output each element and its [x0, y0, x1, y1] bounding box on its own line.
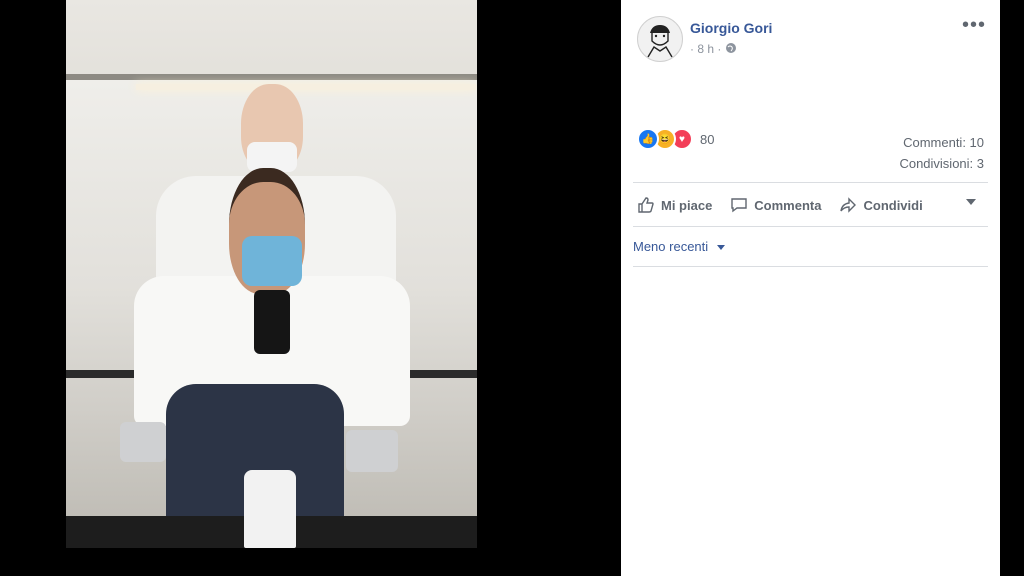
like-label: Mi piace	[661, 197, 713, 213]
like-icon: 👍	[637, 128, 659, 150]
shares-count[interactable]: Condivisioni: 3	[899, 153, 984, 174]
chair-arm-left	[120, 422, 166, 462]
avatar-sketch-icon	[647, 25, 673, 58]
post-meta: · 8 h ·	[690, 42, 737, 57]
share-button[interactable]: Condividi	[839, 196, 923, 214]
chevron-down-icon	[716, 245, 725, 251]
divider	[633, 226, 988, 227]
share-arrow-icon	[840, 197, 857, 213]
bottle	[244, 470, 296, 548]
comment-sort-label: Meno recenti	[633, 239, 709, 254]
reactions-summary[interactable]: 👍 😆 ♥ 80	[637, 128, 715, 150]
share-label: Condividi	[863, 197, 923, 213]
post-panel: Giorgio Gori · 8 h · ••• 👍 😆 ♥ 80 Commen…	[621, 0, 1000, 576]
ceiling-lamp	[136, 84, 476, 90]
smartphone	[254, 290, 290, 354]
like-button[interactable]: Mi piace	[637, 196, 712, 214]
comments-count[interactable]: Commenti: 10	[899, 132, 984, 153]
comment-icon	[731, 198, 747, 213]
avatar[interactable]	[637, 16, 683, 62]
comment-label: Commenta	[754, 197, 822, 213]
thumbs-up-icon	[638, 197, 654, 213]
client-face-mask	[242, 236, 302, 286]
chair-arm-right	[346, 430, 398, 472]
action-bar: Mi piace Commenta Condividi	[637, 192, 984, 218]
meta-separator-2: ·	[717, 42, 722, 56]
comment-button[interactable]: Commenta	[730, 196, 821, 214]
meta-separator: ·	[690, 42, 694, 56]
post-stats: Commenti: 10 Condivisioni: 3	[899, 132, 984, 174]
globe-icon	[725, 42, 737, 57]
comment-sort-dropdown[interactable]: Meno recenti	[633, 239, 725, 254]
post-photo[interactable]	[66, 0, 477, 548]
post-time[interactable]: 8 h	[697, 42, 714, 56]
author-name[interactable]: Giorgio Gori	[690, 20, 772, 36]
divider	[633, 182, 988, 183]
share-options-caret-icon[interactable]	[966, 199, 976, 205]
reaction-count: 80	[700, 131, 715, 147]
divider	[633, 266, 988, 267]
more-options-button[interactable]: •••	[962, 14, 986, 37]
